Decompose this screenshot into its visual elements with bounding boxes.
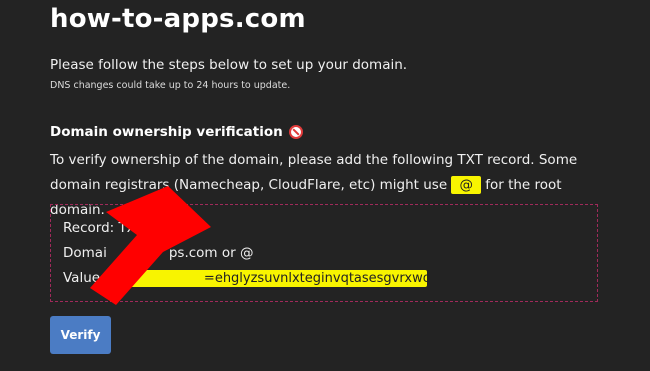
record-type-line: Record: TX [63, 220, 136, 236]
record-value-label: Value: [63, 270, 105, 286]
txt-record-box: Record: TX Domai ps.com or @ Value: =ehgl… [50, 204, 598, 302]
record-type-text: Record: TX [63, 220, 136, 236]
record-value[interactable]: =ehglyzsuvnlxteginvqtasesgvrxwo [108, 270, 431, 287]
record-value-text: =ehglyzsuvnlxteginvqtasesgvrxwo [203, 271, 431, 286]
record-domain-suffix: ps.com or @ [168, 245, 254, 261]
record-value-line: Value: =ehglyzsuvnlxteginvqtasesgvrxwo [63, 270, 431, 287]
root-symbol-highlight: @ [451, 176, 481, 194]
record-domain-prefix: Domai [63, 245, 107, 261]
site-title: how-to-apps.com [50, 4, 306, 34]
no-entry-icon [288, 125, 303, 139]
intro-text: Please follow the steps below to set up … [50, 57, 408, 73]
dns-note: DNS changes could take up to 24 hours to… [50, 80, 291, 91]
verify-button[interactable]: Verify [50, 316, 111, 354]
record-domain-line: Domai ps.com or @ [63, 245, 253, 261]
section-title: Domain ownership verification [50, 124, 303, 140]
section-title-text: Domain ownership verification [50, 124, 283, 140]
